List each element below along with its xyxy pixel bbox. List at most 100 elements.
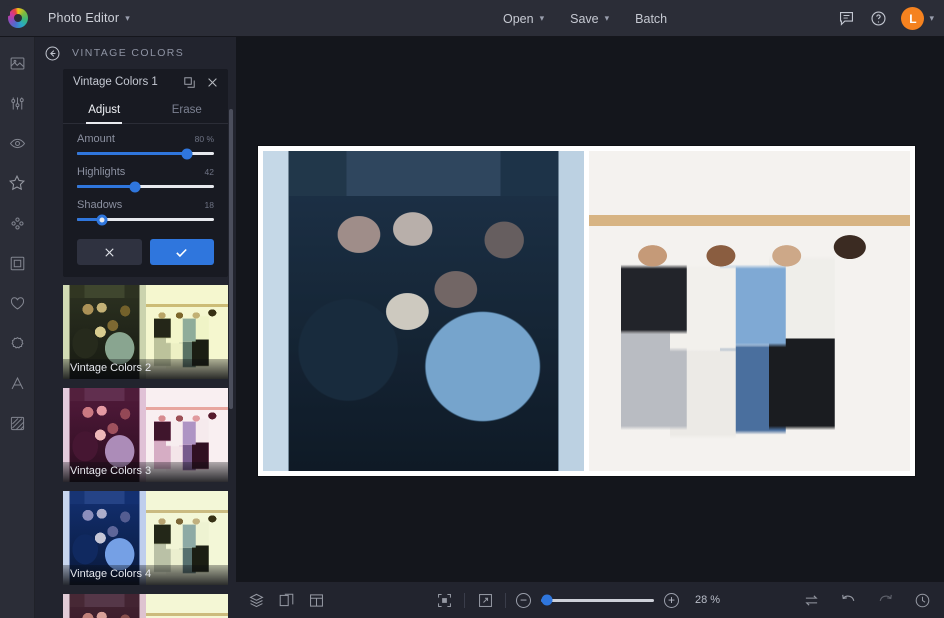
avatar: L [901,7,924,30]
preset-item[interactable]: Vintage Colors 5 [63,594,228,618]
app-title-menu[interactable]: Photo Editor ▾ [40,6,138,30]
top-bar-utilities: L ▾ [837,0,934,37]
top-bar: Photo Editor ▾ Open ▾ Save ▾ Batch [0,0,944,37]
chevron-down-icon: ▾ [605,14,610,23]
zoom-level-label: 28 % [695,594,720,606]
slider-value: 18 [205,200,214,210]
sidebar-item-frames[interactable] [0,247,35,279]
open-button[interactable]: Open ▾ [492,6,555,32]
slider-label: Shadows [77,199,122,211]
preset-list: Vintage Colors 2 Vintage Colors 3 [63,285,228,618]
slider-highlights: Highlights 42 [77,166,214,188]
bottom-right-tools [801,590,932,610]
chat-bubble-icon[interactable] [837,9,856,28]
slider-knob[interactable] [129,181,140,192]
preset-label: Vintage Colors 4 [63,565,228,585]
tab-erase[interactable]: Erase [146,95,229,123]
effect-name: Vintage Colors 1 [73,76,181,88]
redo-arrow-icon[interactable] [875,590,895,610]
divider [505,593,506,608]
close-icon[interactable] [204,74,220,90]
tool-rail [0,37,35,618]
slider-track[interactable] [77,152,214,155]
save-label: Save [570,12,599,26]
chevron-down-icon: ▾ [125,14,130,23]
bottom-bar: − + 28 % [236,581,944,618]
zoom-out-button[interactable]: − [516,593,531,608]
photo-left[interactable] [263,151,584,471]
tab-adjust[interactable]: Adjust [63,95,146,123]
zoom-in-button[interactable]: + [664,593,679,608]
preset-item[interactable]: Vintage Colors 3 [63,388,228,482]
slider-value: 80 % [195,134,214,144]
slider-shadows: Shadows 18 [77,199,214,221]
sidebar-item-effects[interactable] [0,167,35,199]
question-mark-icon[interactable] [869,9,888,28]
sidebar-item-text[interactable] [0,367,35,399]
back-arrow-icon[interactable] [43,44,62,63]
slider-amount: Amount 80 % [77,133,214,155]
sidebar-item-texture[interactable] [0,407,35,439]
bottom-left-tools [236,590,326,610]
slider-track[interactable] [77,185,214,188]
slider-label: Highlights [77,166,125,178]
layout-grid-icon[interactable] [306,590,326,610]
slider-label: Amount [77,133,115,145]
sidebar-item-favorites[interactable] [0,287,35,319]
compare-icon[interactable] [276,590,296,610]
canvas-area[interactable] [236,37,944,581]
confirm-check-icon [174,245,189,260]
panel-title: VINTAGE COLORS [72,47,184,59]
slider-knob[interactable] [96,214,107,225]
preset-item[interactable]: Vintage Colors 2 [63,285,228,379]
swap-arrows-icon[interactable] [801,590,821,610]
effect-sliders: Amount 80 % Highlights 42 [63,124,228,235]
expand-icon[interactable] [475,590,495,610]
layers-icon[interactable] [246,590,266,610]
app-logo[interactable] [0,0,36,37]
history-clock-icon[interactable] [912,590,932,610]
preset-label: Vintage Colors 3 [63,462,228,482]
cancel-x-icon [103,246,116,259]
top-bar-actions: Open ▾ Save ▾ Batch [492,0,678,37]
undo-arrow-icon[interactable] [838,590,858,610]
effect-card-actions [63,235,228,277]
fit-to-screen-icon[interactable] [434,590,454,610]
zoom-controls: − + 28 % [434,590,720,610]
divider [464,593,465,608]
photo-right[interactable] [589,151,910,471]
effects-panel: VINTAGE COLORS Vintage Colors 1 [35,37,236,618]
panel-scroll-area: Vintage Colors 1 Adjust [35,69,236,618]
duplicate-icon[interactable] [181,74,197,90]
preset-item[interactable]: Vintage Colors 4 [63,491,228,585]
effect-tabs: Adjust Erase [63,95,228,124]
app-title-label: Photo Editor [48,11,119,25]
effect-card-header: Vintage Colors 1 [63,69,228,95]
open-label: Open [503,12,534,26]
cancel-button[interactable] [77,239,142,265]
slider-track[interactable] [77,218,214,221]
zoom-slider[interactable] [541,599,654,602]
confirm-button[interactable] [150,239,215,265]
slider-value: 42 [205,167,214,177]
active-effect-card: Vintage Colors 1 Adjust [63,69,228,277]
sidebar-item-stickers[interactable] [0,327,35,359]
zoom-slider-knob[interactable] [541,595,552,606]
chevron-down-icon: ▾ [929,14,934,23]
sidebar-item-overlays[interactable] [0,207,35,239]
user-menu[interactable]: L ▾ [901,7,934,30]
batch-label: Batch [635,12,667,26]
batch-button[interactable]: Batch [624,6,678,32]
preset-label: Vintage Colors 2 [63,359,228,379]
photo-editor-window: Photo Editor ▾ Open ▾ Save ▾ Batch [0,0,944,618]
panel-scrollbar[interactable] [229,109,233,409]
save-button[interactable]: Save ▾ [559,6,620,32]
chevron-down-icon: ▾ [540,14,545,23]
slider-knob[interactable] [181,148,192,159]
color-wheel-logo-icon [8,8,28,28]
sidebar-item-retouch[interactable] [0,127,35,159]
sidebar-item-photo[interactable] [0,47,35,79]
panel-header: VINTAGE COLORS [35,37,236,69]
photo-canvas[interactable] [258,146,915,476]
sidebar-item-adjust[interactable] [0,87,35,119]
